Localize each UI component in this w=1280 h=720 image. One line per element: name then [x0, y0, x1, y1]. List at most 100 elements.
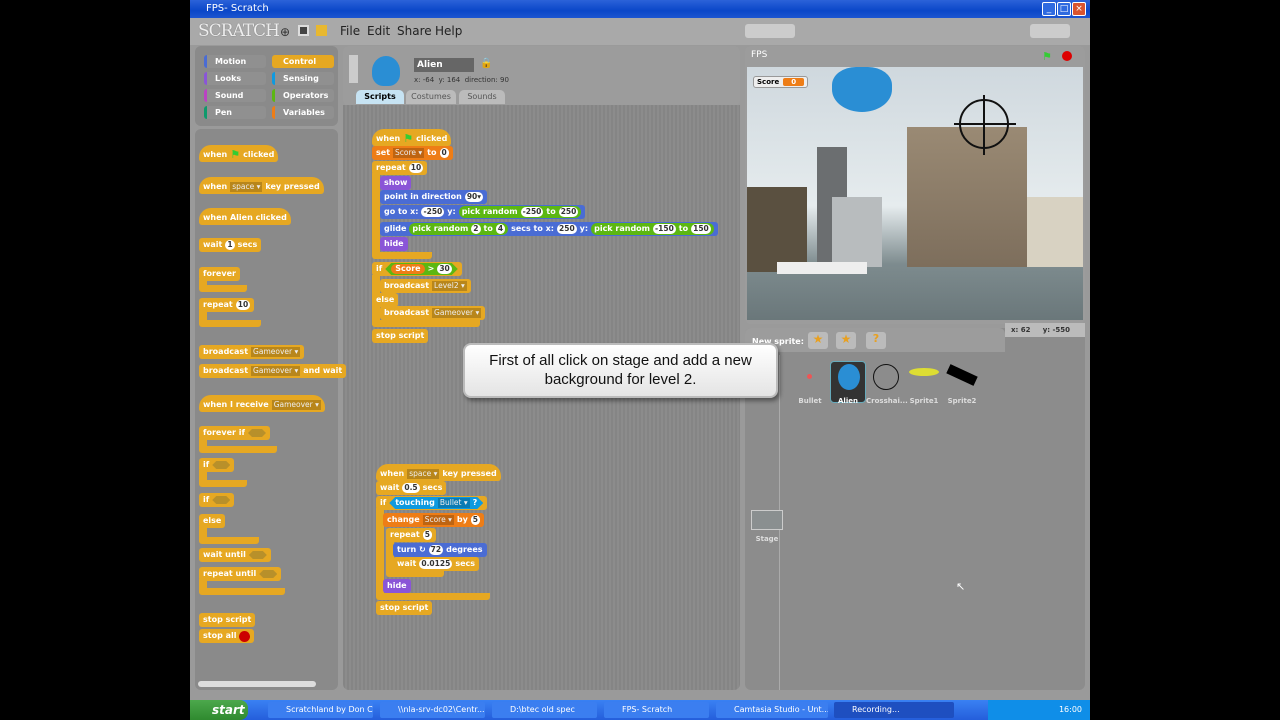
- minimize-button[interactable]: _: [1042, 2, 1056, 16]
- taskbar-item-active[interactable]: Recording...: [834, 702, 954, 718]
- save-icon[interactable]: [298, 25, 309, 36]
- script-block[interactable]: broadcast Gameover ▾: [380, 306, 486, 320]
- start-button[interactable]: start: [190, 700, 248, 720]
- number-input[interactable]: 0.0125: [419, 559, 453, 569]
- palette-block[interactable]: repeat 10: [199, 298, 255, 312]
- green-flag-button[interactable]: ⚑: [1042, 50, 1052, 63]
- category-motion[interactable]: Motion: [204, 55, 266, 68]
- palette-block[interactable]: forever if: [199, 426, 270, 440]
- taskbar-item[interactable]: D:\btec old spec: [492, 702, 597, 718]
- number-input[interactable]: 150: [691, 224, 711, 234]
- script-block[interactable]: repeat 5: [386, 528, 436, 542]
- stage-thumbnail[interactable]: [751, 510, 783, 530]
- tab-sounds[interactable]: Sounds: [459, 90, 505, 104]
- sprite-label-bullet[interactable]: Bullet: [790, 397, 830, 405]
- category-looks[interactable]: Looks: [204, 72, 266, 85]
- script-block[interactable]: glide pick random 2 to 4 secs to x: 250 y: pick …: [380, 222, 718, 236]
- alien-sprite[interactable]: [832, 67, 892, 112]
- script-block[interactable]: stop script: [376, 601, 433, 615]
- taskbar-item[interactable]: \\nla-srv-dc02\Centr...: [380, 702, 485, 718]
- sprite-name-input[interactable]: Alien: [414, 58, 474, 72]
- number-input[interactable]: -150: [653, 224, 676, 234]
- number-input[interactable]: 5: [422, 530, 432, 540]
- script-block[interactable]: when ⚑ clicked: [372, 129, 452, 146]
- alien-thumbnail[interactable]: [838, 364, 860, 390]
- palette-block[interactable]: broadcast Gameover ▾: [199, 345, 305, 359]
- number-input[interactable]: 1: [225, 240, 235, 250]
- view-mode-buttons[interactable]: [1030, 24, 1070, 38]
- taskbar-item[interactable]: FPS- Scratch: [604, 702, 709, 718]
- script-block[interactable]: hide: [380, 237, 408, 251]
- number-input[interactable]: 0.5: [402, 483, 420, 493]
- choose-sprite-file-button[interactable]: ★: [836, 332, 856, 349]
- sprite1-thumbnail[interactable]: [909, 368, 939, 376]
- script-block[interactable]: set Score ▾ to 0: [372, 146, 453, 160]
- dropdown-input[interactable]: space ▾: [230, 182, 263, 192]
- palette-block[interactable]: stop all: [199, 629, 255, 643]
- menu-help[interactable]: Help: [435, 24, 462, 38]
- menu-file[interactable]: File: [340, 24, 360, 38]
- sprite-label-crosshair[interactable]: Crosshai...: [866, 397, 908, 405]
- number-input[interactable]: 250: [557, 224, 577, 234]
- script-block[interactable]: when space ▾ key pressed: [376, 464, 501, 481]
- palette-block[interactable]: wait 1 secs: [199, 238, 262, 252]
- category-operators[interactable]: Operators: [272, 89, 334, 102]
- taskbar-item[interactable]: Camtasia Studio - Unt...: [716, 702, 828, 718]
- script-block[interactable]: else: [372, 293, 399, 307]
- category-pen[interactable]: Pen: [204, 106, 266, 119]
- number-input[interactable]: -250: [421, 207, 445, 217]
- dropdown-input[interactable]: Score ▾: [422, 515, 454, 525]
- sprite-label-sprite2[interactable]: Sprite2: [942, 397, 982, 405]
- number-input[interactable]: 0: [439, 148, 449, 158]
- random-sprite-button[interactable]: ?: [866, 332, 886, 349]
- palette-scrollbar[interactable]: [198, 681, 316, 687]
- script-block[interactable]: broadcast Level2 ▾: [380, 279, 471, 293]
- sprite-label-alien[interactable]: Alien: [828, 397, 868, 405]
- dropdown-input[interactable]: space ▾: [407, 469, 440, 479]
- dropdown-input[interactable]: Gameover ▾: [271, 400, 321, 410]
- category-sound[interactable]: Sound: [204, 89, 266, 102]
- number-input[interactable]: 10: [408, 163, 424, 173]
- script-block[interactable]: if Score >30: [372, 262, 462, 276]
- script-block[interactable]: turn ↻ 72 degrees: [393, 543, 487, 557]
- palette-block[interactable]: when space ▾ key pressed: [199, 177, 324, 194]
- close-button[interactable]: ×: [1072, 2, 1086, 16]
- script-block[interactable]: if touching Bullet ▾?: [376, 496, 488, 510]
- script-block[interactable]: wait 0.0125 secs: [393, 557, 480, 571]
- number-input[interactable]: 72: [428, 545, 444, 555]
- crosshair-thumbnail[interactable]: [873, 364, 899, 390]
- script-block[interactable]: hide: [383, 579, 411, 593]
- palette-block[interactable]: stop script: [199, 613, 256, 627]
- script-block[interactable]: wait 0.5 secs: [376, 481, 447, 495]
- menu-share[interactable]: Share: [397, 24, 432, 38]
- palette-block[interactable]: broadcast Gameover ▾ and wait: [199, 364, 347, 378]
- dropdown-input[interactable]: Bullet ▾: [438, 498, 470, 508]
- share-icon[interactable]: [316, 25, 327, 36]
- menu-edit[interactable]: Edit: [367, 24, 390, 38]
- score-monitor[interactable]: Score 0: [753, 76, 809, 88]
- stop-button[interactable]: [1062, 51, 1072, 61]
- palette-block[interactable]: wait until: [199, 548, 271, 562]
- category-variables[interactable]: Variables: [272, 106, 334, 119]
- globe-icon[interactable]: ⊕: [280, 25, 290, 39]
- number-input[interactable]: 2: [471, 224, 481, 234]
- taskbar-item[interactable]: Scratchland by Don C...: [268, 702, 373, 718]
- palette-block[interactable]: when I receive Gameover ▾: [199, 395, 325, 412]
- number-input[interactable]: 30: [437, 264, 451, 274]
- dropdown-input[interactable]: Level2 ▾: [432, 281, 467, 291]
- palette-block[interactable]: when Alien clicked: [199, 208, 291, 225]
- number-input[interactable]: 10: [235, 300, 251, 310]
- maximize-button[interactable]: □: [1057, 2, 1071, 16]
- palette-block[interactable]: when ⚑ clicked: [199, 145, 279, 162]
- dropdown-input[interactable]: Gameover ▾: [432, 308, 482, 318]
- number-input[interactable]: 4: [495, 224, 506, 234]
- rotation-style-buttons[interactable]: [349, 55, 358, 83]
- script-block[interactable]: go to x: -250 y: pick random -250 to 250: [380, 205, 586, 219]
- stage-canvas[interactable]: Score 0: [747, 67, 1083, 320]
- script-block[interactable]: change Score ▾ by 5: [383, 513, 485, 527]
- number-input[interactable]: 90▾: [464, 192, 484, 202]
- number-input[interactable]: 5: [470, 515, 481, 525]
- category-sensing[interactable]: Sensing: [272, 72, 334, 85]
- category-control[interactable]: Control: [272, 55, 334, 68]
- number-input[interactable]: 250: [558, 207, 579, 217]
